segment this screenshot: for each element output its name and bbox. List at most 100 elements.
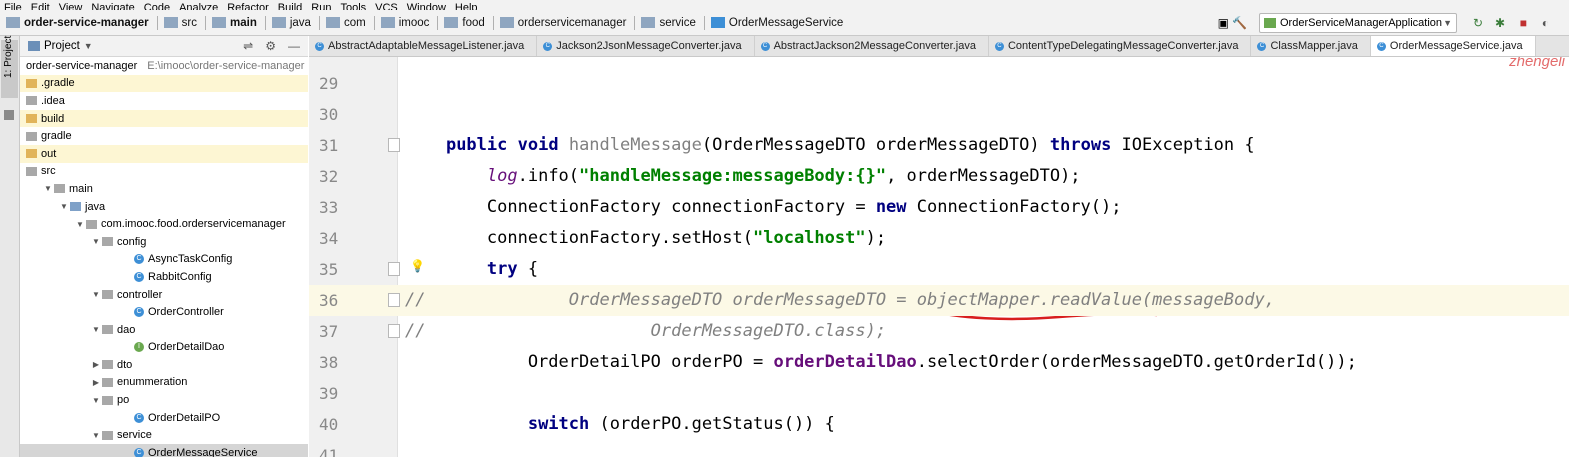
chevron-down-icon[interactable]: ▼ — [84, 41, 93, 51]
fold-marker-icon[interactable] — [388, 262, 400, 276]
tree-item[interactable]: ▼ main — [20, 180, 308, 198]
code-line[interactable]: 29 — [309, 68, 1569, 99]
editor-tab[interactable]: C OrderMessageService.java — [1370, 36, 1536, 56]
tree-item[interactable]: C OrderDetailPO — [20, 409, 308, 427]
tree-item[interactable]: ▼ dao — [20, 321, 308, 339]
menu-navigate[interactable]: Navigate — [87, 3, 139, 11]
code-line[interactable]: 33 ConnectionFactory connectionFactory =… — [309, 192, 1569, 223]
code-line[interactable]: 35 💡 try { — [309, 254, 1569, 285]
tree-item[interactable]: ▼ config — [20, 233, 308, 251]
breadcrumb-item[interactable]: food — [438, 15, 494, 30]
code-line[interactable]: 40 switch (orderPO.getStatus()) { — [309, 409, 1569, 440]
folder-icon — [102, 395, 113, 405]
menu-refactor[interactable]: Refactor — [223, 3, 274, 11]
chevron-down-icon[interactable]: ▼ — [90, 431, 102, 440]
tree-item[interactable]: gradle — [20, 127, 308, 145]
breadcrumb-item[interactable]: java — [266, 15, 320, 30]
tree-item[interactable]: C AsyncTaskConfig — [20, 251, 308, 269]
editor-tab[interactable]: C ContentTypeDelegatingMessageConverter.j… — [989, 36, 1252, 56]
fold-marker-icon[interactable] — [388, 138, 400, 152]
gear-icon[interactable]: ⚙ — [265, 39, 276, 53]
code-line[interactable]: 34 connectionFactory.setHost("localhost"… — [309, 223, 1569, 254]
breadcrumb-item[interactable]: service — [635, 15, 705, 30]
run-configuration-select[interactable]: OrderServiceManagerApplication ▼ — [1259, 13, 1457, 33]
editor-tab[interactable]: C ClassMapper.java — [1251, 36, 1371, 56]
code-line[interactable]: 41 — [309, 440, 1569, 457]
tree-item[interactable]: C OrderMessageService — [20, 444, 308, 457]
rerun-icon[interactable]: ↻ — [1473, 16, 1483, 30]
structure-icon[interactable] — [4, 110, 14, 120]
menu-build[interactable]: Build — [274, 3, 307, 11]
code-line[interactable]: 39 — [309, 378, 1569, 409]
tree-item[interactable]: ▼ java — [20, 198, 308, 216]
project-panel-title[interactable]: Project — [44, 40, 80, 52]
chevron-down-icon[interactable]: ▼ — [74, 220, 86, 229]
chevron-down-icon[interactable]: ▼ — [42, 184, 54, 193]
menu-code[interactable]: Code — [140, 3, 175, 11]
tree-item[interactable]: ▼ po — [20, 391, 308, 409]
menu-window[interactable]: Window — [403, 3, 451, 11]
breadcrumb-item[interactable]: orderservicemanager — [494, 15, 636, 30]
tree-item[interactable]: .gradle — [20, 74, 308, 93]
chevron-down-icon[interactable]: ▼ — [58, 202, 70, 211]
menu-run[interactable]: Run — [307, 3, 336, 11]
tree-item[interactable]: C OrderController — [20, 303, 308, 321]
breadcrumb-item[interactable]: OrderMessageService — [705, 17, 843, 29]
tree-item[interactable]: ▶ dto — [20, 356, 308, 374]
fold-marker-icon[interactable] — [388, 324, 400, 338]
code-editor[interactable]: zhengeli 29 30 31 public void handleMessag… — [309, 57, 1569, 457]
tree-item[interactable]: I OrderDetailDao — [20, 339, 308, 357]
code-line[interactable]: 37 // OrderMessageDTO.class); — [309, 316, 1569, 347]
code-token: OrderMessageDTO orderMessageDTO = object… — [425, 290, 1275, 310]
menu-edit[interactable]: Edit — [27, 3, 55, 11]
hide-panel-icon[interactable]: — — [288, 39, 300, 53]
folder-icon — [499, 17, 514, 28]
tree-item[interactable]: order-service-manager E:\imooc\order-serv… — [20, 57, 308, 75]
fold-marker-icon[interactable] — [388, 293, 400, 307]
menu-help[interactable]: Help — [451, 3, 483, 11]
tree-item[interactable]: ▼ controller — [20, 286, 308, 304]
tree-item[interactable]: ▼ service — [20, 426, 308, 444]
layout-icon[interactable]: ▣ — [1218, 16, 1229, 30]
chevron-down-icon[interactable]: ▼ — [90, 396, 102, 405]
chevron-down-icon[interactable]: ▼ — [90, 290, 102, 299]
menu-tools[interactable]: Tools — [336, 3, 371, 11]
breadcrumb-item[interactable]: com — [320, 15, 375, 30]
code-line[interactable]: 38 OrderDetailPO orderPO = orderDetailDa… — [309, 347, 1569, 378]
debug-bug-icon[interactable]: ✱ — [1495, 16, 1505, 30]
code-line[interactable]: 36 // OrderMessageDTO orderMessageDTO = o… — [309, 285, 1569, 316]
editor-tab[interactable]: C AbstractJackson2MessageConverter.java — [755, 36, 989, 56]
breadcrumb-item[interactable]: main — [206, 15, 266, 30]
collapse-all-icon[interactable]: ⇌ — [243, 39, 253, 53]
profile-icon[interactable]: ◐ — [1542, 16, 1549, 30]
code-line[interactable]: 30 — [309, 99, 1569, 130]
breadcrumb-item[interactable]: src — [158, 15, 206, 30]
class-icon: C — [134, 307, 144, 318]
coverage-icon[interactable]: ■ — [1520, 16, 1527, 30]
breadcrumb-item[interactable]: imooc — [375, 15, 439, 30]
menu-vcs[interactable]: VCS — [371, 3, 403, 11]
tree-item[interactable]: out — [20, 144, 308, 163]
tree-item[interactable]: ▶ enummeration — [20, 374, 308, 392]
menu-file[interactable]: File — [0, 3, 27, 11]
editor-tab[interactable]: C Jackson2JsonMessageConverter.java — [537, 36, 755, 56]
tree-item[interactable]: build — [20, 109, 308, 128]
chevron-down-icon[interactable]: ▼ — [90, 325, 102, 334]
tree-item[interactable]: src — [20, 163, 308, 181]
code-token: public — [445, 135, 508, 155]
breadcrumb-item[interactable]: order-service-manager — [0, 15, 158, 30]
menu-view[interactable]: View — [55, 3, 88, 11]
tree-item[interactable]: ▼ com.imooc.food.orderservicemanager — [20, 215, 308, 233]
chevron-right-icon[interactable]: ▶ — [90, 360, 102, 369]
editor-tab-label: AbstractJackson2MessageConverter.java — [773, 40, 976, 52]
tree-item[interactable]: .idea — [20, 92, 308, 110]
line-number: 34 — [319, 229, 339, 248]
code-line[interactable]: 32 log.info("handleMessage:messageBody:{… — [309, 161, 1569, 192]
code-line[interactable]: 31 public void handleMessage(OrderMessag… — [309, 130, 1569, 161]
menu-analyze[interactable]: Analyze — [175, 3, 223, 11]
editor-tab[interactable]: C AbstractAdaptableMessageListener.java — [309, 36, 538, 56]
tree-item[interactable]: C RabbitConfig — [20, 268, 308, 286]
build-hammer-icon[interactable]: 🔨 — [1232, 16, 1247, 30]
chevron-down-icon[interactable]: ▼ — [90, 237, 102, 246]
chevron-right-icon[interactable]: ▶ — [90, 378, 102, 387]
